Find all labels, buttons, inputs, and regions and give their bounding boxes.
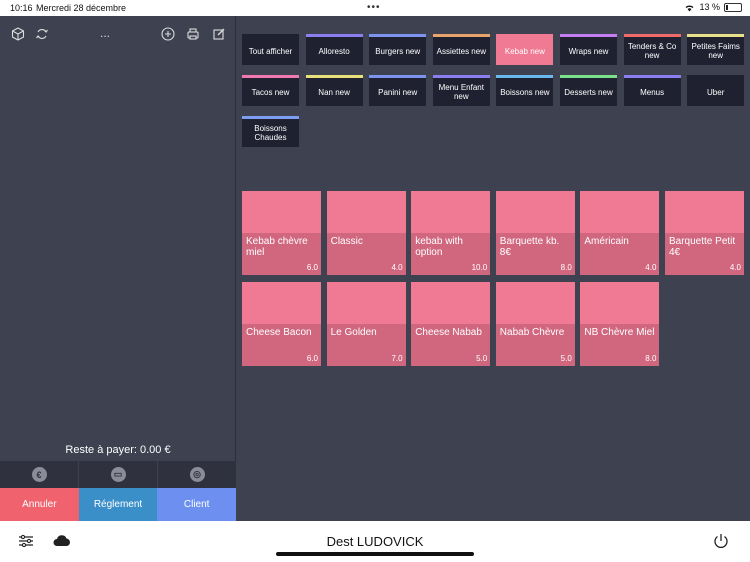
product-name: Cheese Bacon — [246, 327, 312, 338]
product-tile[interactable]: Kebab chèvre miel 6.0 — [242, 191, 321, 275]
category-button[interactable]: Panini new — [369, 75, 427, 106]
payment-methods: € ▭ ◎ — [0, 461, 236, 488]
product-tile[interactable]: NB Chèvre Miel 8.0 — [580, 282, 660, 366]
category-button[interactable]: Nan new — [305, 75, 363, 106]
battery-icon — [724, 2, 742, 12]
nfc-icon: ◎ — [189, 467, 205, 482]
product-tile[interactable]: Cheese Nabab 5.0 — [411, 282, 491, 366]
edit-icon[interactable] — [211, 26, 227, 42]
category-button[interactable]: Desserts new — [560, 75, 617, 106]
product-name: Nabab Chèvre — [499, 327, 565, 338]
payment-button[interactable]: Réglement — [78, 488, 158, 521]
category-button[interactable]: Menus — [623, 75, 681, 106]
product-price: 8.0 — [560, 263, 572, 272]
product-name: Cheese Nabab — [415, 327, 482, 338]
status-date: Mercredi 28 décembre — [36, 3, 127, 13]
product-tile[interactable]: Le Golden 7.0 — [326, 282, 406, 366]
add-circle-icon[interactable] — [160, 26, 176, 42]
category-button[interactable]: Kebab new — [496, 34, 554, 65]
ticket-panel: ... Reste à payer: 0.00 € € ▭ ◎ Annuler … — [0, 16, 237, 521]
product-price: 6.0 — [306, 263, 318, 272]
remaining-to-pay: Reste à payer: 0.00 € — [65, 444, 171, 456]
product-price: 7.0 — [391, 354, 403, 363]
category-button[interactable]: Alloresto — [305, 34, 363, 65]
status-bar: 10:16 Mercredi 28 décembre ••• 13 % — [0, 0, 750, 16]
product-tile[interactable]: Américain 4.0 — [580, 191, 660, 275]
action-buttons: Annuler Réglement Client — [0, 488, 237, 521]
client-button[interactable]: Client — [157, 488, 237, 521]
product-name: Barquette kb. 8€ — [499, 236, 560, 258]
product-price: 6.0 — [306, 354, 318, 363]
product-tile[interactable]: Barquette Petit 4€ 4.0 — [665, 191, 744, 275]
product-price: 4.0 — [729, 263, 741, 272]
product-price: 8.0 — [645, 354, 657, 363]
product-tile[interactable]: kebab with option 10.0 — [411, 191, 491, 275]
category-button[interactable]: Tacos new — [242, 75, 299, 106]
product-price: 10.0 — [471, 263, 488, 272]
product-price: 4.0 — [645, 263, 657, 272]
product-name: Barquette Petit 4€ — [669, 236, 736, 258]
category-button[interactable]: Burgers new — [369, 34, 427, 65]
home-indicator — [276, 552, 474, 556]
cube-icon[interactable] — [10, 26, 26, 42]
product-tile[interactable]: Classic 4.0 — [326, 191, 406, 275]
user-name: Dest LUDOVICK — [326, 534, 424, 549]
product-price: 4.0 — [391, 263, 403, 272]
cash-payment-button[interactable]: € — [0, 461, 79, 488]
sync-icon[interactable] — [34, 26, 50, 42]
product-tile[interactable]: Nabab Chèvre 5.0 — [495, 282, 575, 366]
product-name: kebab with option — [415, 236, 463, 258]
nfc-payment-button[interactable]: ◎ — [158, 461, 236, 488]
status-time: 10:16 — [10, 3, 33, 13]
product-name: Le Golden — [330, 327, 377, 338]
category-button[interactable]: Menu Enfant new — [432, 75, 490, 106]
category-button[interactable]: Uber — [687, 75, 745, 106]
battery-fill — [726, 4, 728, 10]
category-button[interactable]: Wraps new — [560, 34, 617, 65]
card-icon: ▭ — [110, 467, 126, 482]
category-button[interactable]: Petites Faims new — [687, 34, 745, 65]
category-button[interactable]: Boissons new — [496, 75, 554, 106]
product-tile[interactable]: Barquette kb. 8€ 8.0 — [495, 191, 575, 275]
product-price: 5.0 — [560, 354, 572, 363]
card-payment-button[interactable]: ▭ — [79, 461, 158, 488]
ticket-menu-dots[interactable]: ... — [100, 26, 110, 40]
product-tile[interactable]: Cheese Bacon 6.0 — [242, 282, 321, 366]
product-name: Kebab chèvre miel — [246, 236, 308, 258]
product-price: 5.0 — [476, 354, 488, 363]
product-name: NB Chèvre Miel — [584, 327, 655, 338]
cash-icon: € — [31, 467, 47, 482]
bottom-bar: Dest LUDOVICK — [0, 521, 750, 562]
category-button[interactable]: Boissons Chaudes — [242, 116, 299, 147]
printer-icon[interactable] — [185, 26, 201, 42]
category-button[interactable]: Assiettes new — [432, 34, 490, 65]
power-icon[interactable] — [712, 532, 730, 550]
multitasking-dots[interactable]: ••• — [367, 2, 381, 13]
product-name: Américain — [584, 236, 629, 247]
category-button[interactable]: Tout afficher — [242, 34, 299, 65]
category-button[interactable]: Tenders & Co new — [623, 34, 681, 65]
status-right: 13 % — [684, 2, 742, 12]
cancel-button[interactable]: Annuler — [0, 488, 79, 521]
wifi-icon — [685, 4, 694, 11]
battery-percent: 13 % — [699, 2, 720, 12]
product-name: Classic — [330, 236, 363, 247]
